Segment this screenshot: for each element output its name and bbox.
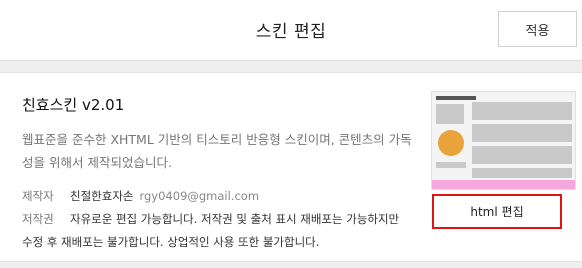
- skin-thumbnail: [431, 91, 576, 190]
- copyright-text-continued: 수정 후 재배포는 불가합니다. 상업적인 사용 또한 불가합니다.: [22, 235, 320, 249]
- skin-description: 웹표준을 준수한 XHTML 기반의 티스토리 반응형 스킨이며, 콘텐츠의 가…: [22, 132, 412, 170]
- html-edit-button[interactable]: html 편집: [432, 194, 562, 229]
- thumbnail-sidebar-line: [436, 162, 466, 168]
- skin-info-card: 친효스킨 v2.01 웹표준을 준수한 XHTML 기반의 티스토리 반응형 스…: [0, 72, 582, 262]
- thumbnail-footer: [432, 180, 575, 189]
- thumbnail-header-bar: [436, 96, 476, 100]
- author-info: 친절한효자손 rgy0409@gmail.com: [70, 188, 259, 204]
- top-bar: 스킨 편집 적용: [0, 0, 582, 61]
- author-name: 친절한효자손: [70, 189, 134, 203]
- thumbnail-post-row: [472, 102, 572, 120]
- thumbnail-post-row: [472, 124, 572, 142]
- thumbnail-post-row: [472, 146, 572, 164]
- page-title: 스킨 편집: [255, 22, 327, 42]
- copyright-text: 자유로운 편집 가능합니다. 저작권 및 출처 표시 재배포는 가능하지만: [70, 212, 400, 226]
- thumbnail-post-row: [472, 168, 572, 178]
- author-label: 제작자: [22, 189, 54, 203]
- thumbnail-block: [436, 104, 464, 124]
- skin-title: 친효스킨 v2.01: [22, 96, 125, 114]
- apply-button[interactable]: 적용: [498, 11, 577, 47]
- copyright-label: 저작권: [22, 212, 54, 226]
- author-email: rgy0409@gmail.com: [139, 189, 260, 203]
- mascot-image: [438, 130, 464, 156]
